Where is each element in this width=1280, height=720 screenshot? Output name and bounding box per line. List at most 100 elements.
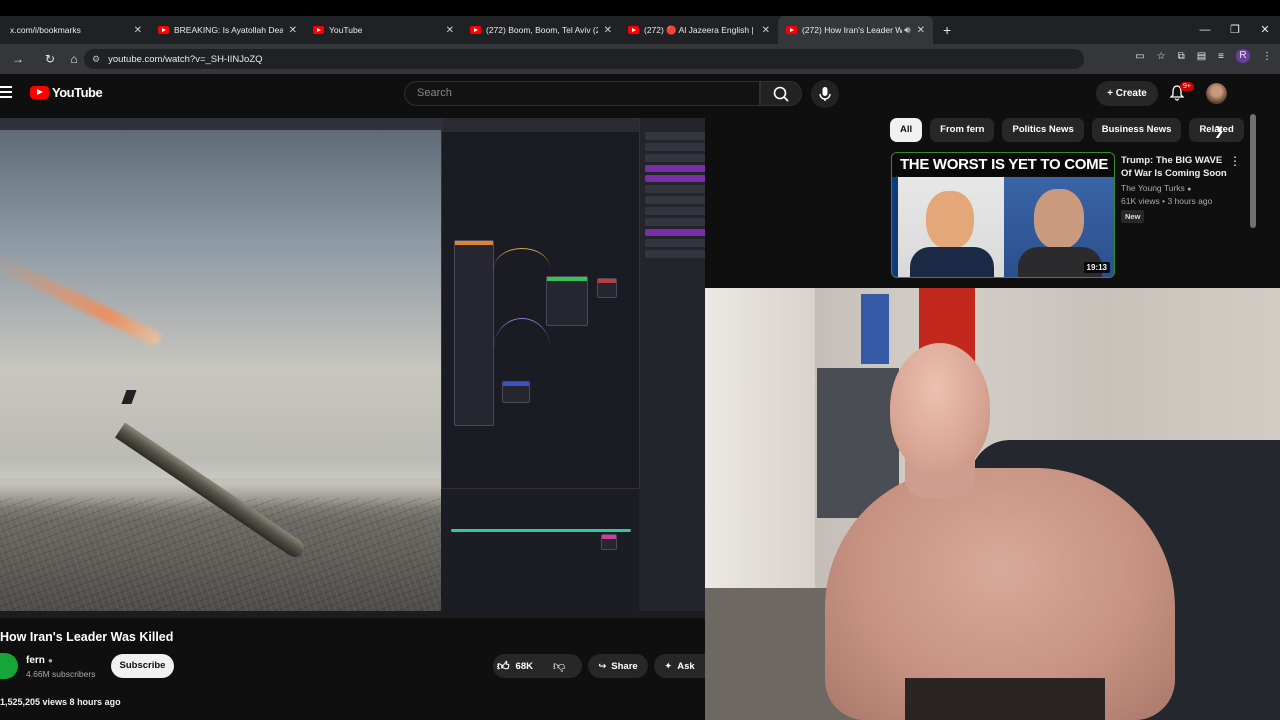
video-player[interactable] [0,118,705,618]
tab-al-jazeera[interactable]: (272) 🔴 Al Jazeera English | Li ✕ [620,16,778,44]
address-bar[interactable]: ⚙ youtube.com/watch?v=_SH-IINJoZQ [84,49,1084,69]
youtube-masthead: YouTube Search + Create 9+ [0,74,1258,114]
blender-group-panel [639,488,705,611]
window-controls: — ❐ ✕ [1190,16,1280,44]
close-icon[interactable]: ✕ [917,25,925,36]
webcam-person-shorts [905,678,1105,720]
share-icon: ↪ [598,660,607,672]
chip-all[interactable]: All [890,118,923,142]
install-app-icon[interactable]: ▭ [1135,51,1144,62]
node-mini [601,534,617,550]
close-window-icon[interactable]: ✕ [1250,16,1280,44]
more-actions-icon[interactable]: ⋮ [1229,154,1241,168]
back-icon[interactable]: → [6,52,30,66]
side-panel-icon[interactable]: ▤ [1197,51,1206,62]
shader-node-editor [441,118,639,488]
blender-properties-panel [639,118,705,488]
tab-label: x.com/i/bookmarks [10,25,81,35]
recommended-channel[interactable]: The Young Turks ● [1121,183,1191,193]
tab-breaking[interactable]: BREAKING: Is Ayatollah Dead? | ✕ [150,16,305,44]
tab-youtube[interactable]: YouTube ✕ [305,16,462,44]
tab-boom-tel-aviv[interactable]: (272) Boom, Boom, Tel Aviv (20 ✕ [462,16,620,44]
page-scrollbar[interactable] [1250,114,1256,228]
reading-list-icon[interactable]: ≡ [1218,51,1224,62]
dislike-button[interactable]: 👎︎ [553,654,565,678]
tab-bookmarks[interactable]: x.com/i/bookmarks ✕ [0,16,150,44]
new-badge: New [1121,210,1145,223]
node-mini [597,278,617,298]
viewport-toolbar [0,118,441,130]
tab-label: (272) 🔴 Al Jazeera English | Li [644,24,756,35]
search-input[interactable]: Search [404,81,760,106]
search-icon [773,86,789,102]
thumbs-down-icon: 👎︎ [553,659,566,673]
tab-label: BREAKING: Is Ayatollah Dead? | [174,25,283,35]
minimize-icon[interactable]: — [1190,16,1220,44]
speaker-icon[interactable]: 🔊︎ [904,25,910,36]
youtube-favicon-icon [628,26,639,34]
close-icon[interactable]: ✕ [289,25,297,36]
chip-from-fern[interactable]: From fern [930,118,995,142]
hamburger-menu-icon[interactable] [0,86,12,100]
ask-button[interactable]: ✦ Ask [654,654,705,678]
geometry-node-editor [441,488,639,611]
profile-avatar[interactable]: R [1236,49,1250,63]
subscribe-button[interactable]: Subscribe [111,654,174,678]
notification-count-badge: 9+ [1180,82,1194,91]
youtube-favicon-icon [786,26,797,34]
bookmark-star-icon[interactable]: ☆ [1157,51,1166,62]
sparkle-icon: ✦ [664,660,673,672]
node-group [454,240,494,426]
verified-icon: ● [1187,186,1192,193]
browser-toolbar: → ↻ ⌂ ⚙ youtube.com/watch?v=_SH-IINJoZQ … [0,44,1280,74]
close-icon[interactable]: ✕ [762,25,770,36]
chevron-right-icon[interactable]: ❯ [1214,124,1224,138]
tab-label: (272) Boom, Boom, Tel Aviv (20 [486,25,598,35]
tab-how-irans-leader[interactable]: (272) How Iran's Leader Wa 🔊︎ ✕ [778,16,933,44]
logo-text: YouTube [52,85,103,100]
like-count: 68K [515,660,533,672]
chip-politics-news[interactable]: Politics News [1002,118,1084,142]
ask-label: Ask [677,660,695,672]
maximize-icon[interactable]: ❐ [1220,16,1250,44]
screen-top-edge [0,0,1280,16]
subscriber-count: 4.66M subscribers [26,669,96,679]
url-text: youtube.com/watch?v=_SH-IINJoZQ [108,53,263,65]
channel-avatar[interactable] [0,653,18,679]
city-texture [0,498,441,611]
voice-search-button[interactable] [811,80,839,108]
extensions-icon[interactable]: ⧉ [1178,51,1185,62]
node-output [546,276,588,326]
blender-status-bar [0,611,705,618]
youtube-logo[interactable]: YouTube [30,85,103,100]
verified-icon: ● [48,656,53,665]
close-icon[interactable]: ✕ [134,25,142,36]
browser-extensions: ▭ ☆ ⧉ ▤ ≡ R ⋮ [1135,49,1272,63]
recommended-title[interactable]: Trump: The BIG WAVE Of War Is Coming Soo… [1121,154,1231,180]
microphone-icon [819,87,831,101]
webcam-person-head [890,343,990,473]
youtube-favicon-icon [470,26,481,34]
like-button[interactable]: 👍︎ 68K [497,654,533,678]
close-icon[interactable]: ✕ [446,25,454,36]
search-button[interactable] [760,81,802,106]
chip-business-news[interactable]: Business News [1091,118,1182,142]
home-icon[interactable]: ⌂ [62,52,86,66]
recommended-meta: 61K views • 3 hours ago [1121,196,1213,206]
share-button[interactable]: ↪ Share [588,654,648,678]
thumbs-up-icon: 👍︎ [497,658,510,673]
youtube-play-icon [30,86,49,99]
blender-viewport [0,118,441,611]
webcam-blue-box [861,294,889,364]
close-icon[interactable]: ✕ [604,25,612,36]
recommended-thumbnail[interactable]: THE WORST IS YET TO COME 19:13 [891,152,1115,278]
site-info-icon[interactable]: ⚙ [92,54,100,65]
browser-menu-icon[interactable]: ⋮ [1262,51,1272,62]
user-avatar[interactable] [1206,83,1227,104]
create-button[interactable]: + Create [1096,81,1158,106]
channel-name[interactable]: fern [26,655,45,666]
node-wire [494,318,550,378]
new-tab-button[interactable]: + [943,22,951,38]
reload-icon[interactable]: ↻ [38,52,62,66]
node-small [502,381,530,403]
